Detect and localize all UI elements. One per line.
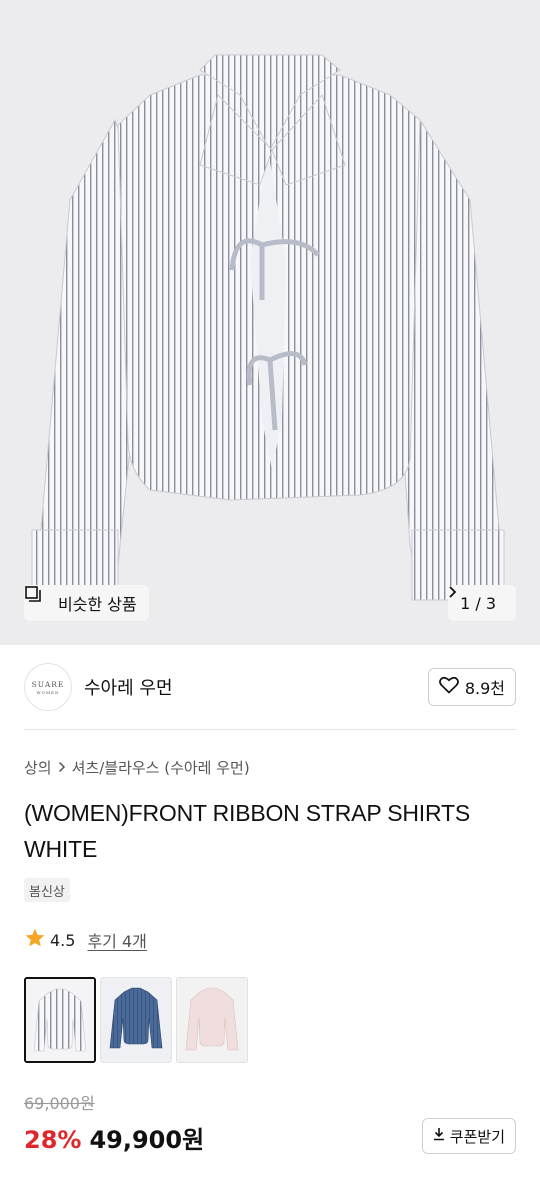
color-thumbnails (24, 977, 248, 1063)
similar-products-label: 비슷한 상품 (58, 595, 137, 614)
image-pager-button[interactable]: 1 / 3 (448, 585, 516, 621)
original-price: 69,000원 (24, 1094, 95, 1113)
divider (24, 729, 516, 730)
image-pager-count: 1 / 3 (460, 593, 496, 613)
star-icon (24, 927, 46, 953)
breadcrumb-root[interactable]: 상의 (24, 757, 52, 778)
brand-name-link[interactable]: 수아레 우먼 (84, 674, 173, 700)
shirt-illustration (29, 54, 506, 601)
brand-like-count: 8.9천 (464, 679, 505, 698)
similar-icon (25, 586, 52, 612)
brand-like-button[interactable]: 8.9천 (427, 668, 516, 706)
thumbnail-white[interactable] (24, 977, 96, 1063)
price-row: 28% 49,900원 (24, 1120, 204, 1155)
rating-score: 4.5 (50, 930, 76, 950)
download-icon (433, 1127, 445, 1145)
discount-rate: 28% (24, 1126, 82, 1154)
chevron-right-icon (58, 759, 66, 777)
thumbnail-navy[interactable] (100, 977, 172, 1063)
coupon-download-button[interactable]: 쿠폰받기 (421, 1118, 516, 1154)
similar-products-button[interactable]: 비슷한 상품 (24, 585, 149, 621)
brand-logo-line2: WOMEN (36, 689, 60, 695)
coupon-label: 쿠폰받기 (449, 1127, 505, 1146)
heart-icon (438, 676, 459, 698)
reviews-link[interactable]: 후기 4개 (87, 928, 146, 952)
product-image[interactable]: 비슷한 상품 1 / 3 (0, 0, 540, 645)
breadcrumb: 상의 셔츠/블라우스 (수아레 우먼) (24, 757, 250, 778)
brand-logo-line1: SUARE (31, 679, 65, 689)
thumbnail-pink-image (177, 978, 247, 1062)
brand-logo[interactable]: SUARE WOMEN (24, 663, 72, 711)
thumbnail-pink[interactable] (176, 977, 248, 1063)
rating: 4.5 후기 4개 (24, 927, 147, 953)
product-tag: 봄신상 (24, 878, 70, 902)
breadcrumb-sub[interactable]: 셔츠/블라우스 (수아레 우먼) (72, 757, 250, 778)
brand-row: SUARE WOMEN 수아레 우먼 8.9천 (24, 663, 516, 711)
sale-price: 49,900원 (89, 1126, 205, 1154)
product-title: (WOMEN)FRONT RIBBON STRAP SHIRTS WHITE (24, 800, 470, 862)
thumbnail-white-image (26, 979, 94, 1061)
thumbnail-navy-image (101, 978, 171, 1062)
